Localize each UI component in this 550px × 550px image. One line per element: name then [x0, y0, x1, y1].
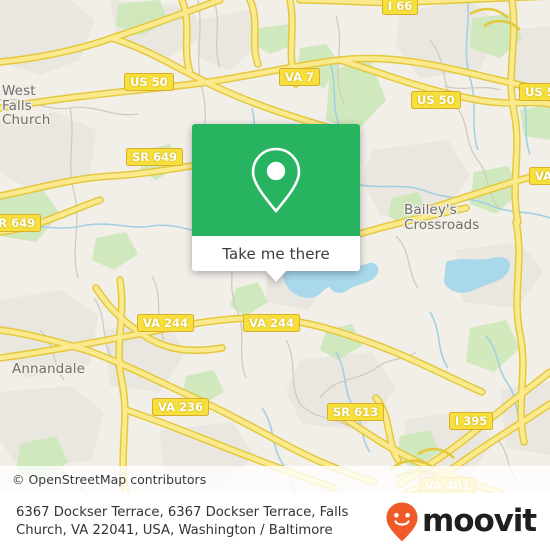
- shield-us-50-a: US 50: [124, 73, 174, 91]
- callout-pin-panel: [192, 124, 360, 236]
- shield-i-395: I 395: [449, 412, 494, 430]
- shield-va-7: VA 7: [279, 68, 321, 86]
- shield-va-236: VA 236: [152, 398, 210, 416]
- address-label: 6367 Dockser Terrace, 6367 Dockser Terra…: [16, 505, 349, 538]
- moovit-pin-icon: [386, 502, 418, 541]
- moovit-map-screen: West Falls Church Bailey's Crossroads An…: [0, 0, 550, 550]
- moovit-logo: moovit: [385, 501, 537, 543]
- bottom-info-bar: 6367 Dockser Terrace, 6367 Dockser Terra…: [0, 493, 550, 550]
- shield-i-66: I 66: [382, 0, 419, 15]
- shield-sr-613: SR 613: [327, 403, 385, 421]
- take-me-there-label: Take me there: [222, 244, 330, 263]
- shield-sr-649-a: SR 649: [126, 148, 184, 166]
- callout-tail: [265, 270, 287, 282]
- shield-us-50-c: US 50: [519, 83, 550, 101]
- map-attribution-bar: © OpenStreetMap contributors: [0, 466, 550, 493]
- shield-sr-649-b: SR 649: [0, 214, 42, 232]
- shield-va-244-b: VA 244: [243, 314, 301, 332]
- shield-va-244-a: VA 244: [137, 314, 195, 332]
- moovit-wordmark: moovit: [422, 503, 537, 539]
- location-pin-icon: [251, 147, 301, 214]
- openstreetmap-attribution[interactable]: © OpenStreetMap contributors: [0, 472, 206, 487]
- map-canvas[interactable]: West Falls Church Bailey's Crossroads An…: [0, 0, 550, 493]
- destination-callout[interactable]: Take me there: [192, 124, 360, 282]
- callout-action-bar[interactable]: Take me there: [192, 236, 360, 282]
- shield-us-50-b: US 50: [411, 91, 461, 109]
- shield-va-7-b: VA 7: [529, 167, 550, 185]
